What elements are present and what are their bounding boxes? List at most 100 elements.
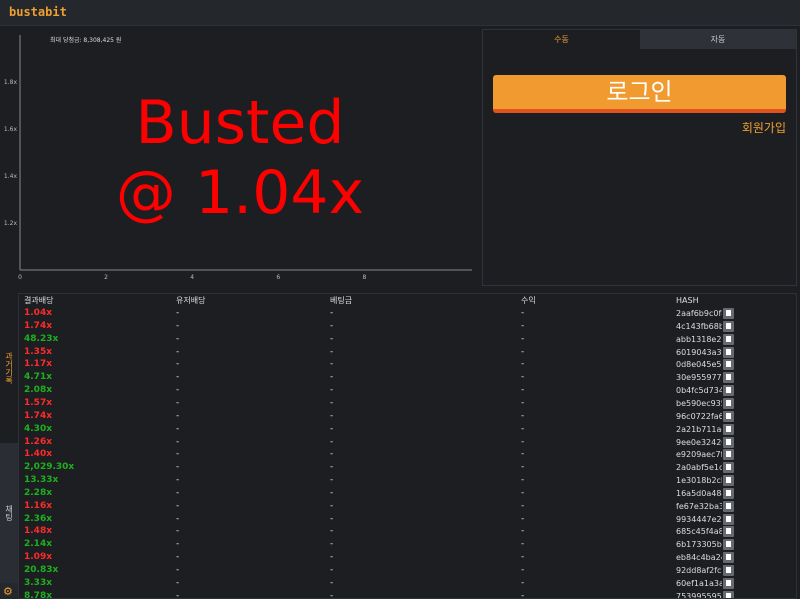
table-row[interactable]: 1.09x - - - eb84c4ba24 <box>19 551 796 564</box>
result-multiplier: 4.30x <box>24 423 53 434</box>
history-table: 결과배당 유저배당 베팅금 수익 HASH 1.04x - - -2aaf6b9c0f… <box>18 293 797 599</box>
tab-auto[interactable]: 자동 <box>640 30 796 49</box>
result-multiplier: 2.14x <box>24 539 53 550</box>
table-row[interactable]: 4.30x - - - 2a21b711ae <box>19 423 796 436</box>
busted-message: Busted @ 1.04x <box>50 88 430 228</box>
table-row[interactable]: 1.74x - - - 96c0722fa6 <box>19 410 796 423</box>
user-multiplier: - <box>176 410 180 421</box>
bet-control-panel: 수동 자동 로그인 회원가입 <box>482 29 797 286</box>
result-multiplier: 2.08x <box>24 385 53 396</box>
profit: - <box>521 333 525 344</box>
copy-icon[interactable] <box>723 320 734 332</box>
signup-link[interactable]: 회원가입 <box>742 119 786 136</box>
table-row[interactable]: 2.36x - - - 9934447e27 <box>19 513 796 526</box>
copy-icon[interactable] <box>723 333 734 345</box>
app-logo[interactable]: bustabit <box>9 5 67 19</box>
table-row[interactable]: 20.83x - - - 92dd8af2fc0 <box>19 564 796 577</box>
tab-history[interactable]: 과거기록 <box>0 293 18 443</box>
bet-amount: - <box>330 320 334 331</box>
bet-amount: - <box>330 423 334 434</box>
profit: - <box>521 526 525 537</box>
copy-icon[interactable] <box>723 513 734 525</box>
bet-amount: - <box>330 590 334 599</box>
copy-icon[interactable] <box>723 487 734 499</box>
bet-amount: - <box>330 359 334 370</box>
hash-value: 96c0722fa6 <box>676 411 722 421</box>
user-multiplier: - <box>176 500 180 511</box>
copy-icon[interactable] <box>723 565 734 576</box>
table-row[interactable]: 2.08x - - - 0b4fc5d734 <box>19 384 796 397</box>
user-multiplier: - <box>176 372 180 383</box>
profit: - <box>521 500 525 511</box>
copy-icon[interactable] <box>723 346 734 358</box>
copy-icon[interactable] <box>723 385 734 397</box>
hash-value: 0d8e045e5c <box>676 360 722 370</box>
user-multiplier: - <box>176 320 180 331</box>
result-multiplier: 1.17x <box>24 359 53 370</box>
user-multiplier: - <box>176 346 180 357</box>
table-row[interactable]: 1.17x - - - 0d8e045e5c <box>19 358 796 371</box>
table-row[interactable]: 3.33x - - - 60ef1a1a3a <box>19 577 796 590</box>
table-row[interactable]: 1.74x - - - 4c143fb68b <box>19 320 796 333</box>
copy-icon[interactable] <box>723 475 734 487</box>
copy-icon[interactable] <box>723 308 734 319</box>
bet-amount: - <box>330 513 334 524</box>
table-row[interactable]: 8.78x - - - 7539955951 <box>19 590 796 599</box>
profit: - <box>521 397 525 408</box>
copy-icon[interactable] <box>723 539 734 551</box>
y-tick-label: 1.6x <box>4 126 18 133</box>
result-multiplier: 2,029.30x <box>24 462 75 473</box>
result-multiplier: 1.35x <box>24 346 53 357</box>
x-tick-label: 4 <box>190 274 194 281</box>
table-row[interactable]: 1.04x - - - 2aaf6b9c0f8 <box>19 307 796 320</box>
copy-icon[interactable] <box>723 590 734 598</box>
profit: - <box>521 513 525 524</box>
table-row[interactable]: 4.71x - - - 30e9559774 <box>19 371 796 384</box>
login-button[interactable]: 로그인 <box>493 75 786 113</box>
hash-value: 0b4fc5d734 <box>676 386 722 396</box>
copy-icon[interactable] <box>723 436 734 448</box>
table-row[interactable]: 1.40x - - - e9209aec7f <box>19 448 796 461</box>
copy-icon[interactable] <box>723 423 734 435</box>
header-bet: 베팅금 <box>330 296 353 305</box>
bet-amount: - <box>330 526 334 537</box>
copy-icon[interactable] <box>723 372 734 384</box>
bet-amount: - <box>330 333 334 344</box>
copy-icon[interactable] <box>723 359 734 371</box>
gear-icon[interactable]: ⚙ <box>3 586 15 598</box>
table-row[interactable]: 1.35x - - - 6019043a3f <box>19 346 796 359</box>
copy-icon[interactable] <box>723 462 734 474</box>
copy-icon[interactable] <box>723 552 734 564</box>
copy-icon[interactable] <box>723 397 734 409</box>
side-rail: 과거기록 채팅 ⚙ <box>0 293 18 599</box>
table-row[interactable]: 1.57x - - - be590ec935 <box>19 397 796 410</box>
user-multiplier: - <box>176 577 180 588</box>
hash-value: 7539955951 <box>676 591 722 599</box>
table-row[interactable]: 13.33x - - - 1e3018b2cb <box>19 474 796 487</box>
copy-icon[interactable] <box>723 526 734 538</box>
hash-value: 685c45f4a8 <box>676 527 722 537</box>
table-row[interactable]: 1.48x - - - 685c45f4a8 <box>19 525 796 538</box>
user-multiplier: - <box>176 308 180 318</box>
table-row[interactable]: 1.16x - - - fe67e32ba3 <box>19 500 796 513</box>
user-multiplier: - <box>176 436 180 447</box>
bet-amount: - <box>330 565 334 575</box>
tab-chat[interactable]: 채팅 <box>0 443 18 583</box>
copy-icon[interactable] <box>723 577 734 589</box>
x-tick-label: 2 <box>104 274 108 281</box>
table-row[interactable]: 48.23x - - - abb1318e20 <box>19 333 796 346</box>
copy-icon[interactable] <box>723 449 734 461</box>
tab-manual[interactable]: 수동 <box>483 30 640 49</box>
profit: - <box>521 385 525 396</box>
copy-icon[interactable] <box>723 500 734 512</box>
hash-value: e9209aec7f <box>676 450 722 460</box>
result-multiplier: 1.40x <box>24 449 53 460</box>
table-row[interactable]: 1.26x - - - 9ee0e32420 <box>19 436 796 449</box>
table-row[interactable]: 2.28x - - - 16a5d0a484 <box>19 487 796 500</box>
profit: - <box>521 346 525 357</box>
copy-icon[interactable] <box>723 410 734 422</box>
table-row[interactable]: 2.14x - - - 6b173305b6 <box>19 538 796 551</box>
profit: - <box>521 552 525 563</box>
hash-value: 1e3018b2cb <box>676 476 722 486</box>
table-row[interactable]: 2,029.30x - - - 2a0abf5e1c <box>19 461 796 474</box>
